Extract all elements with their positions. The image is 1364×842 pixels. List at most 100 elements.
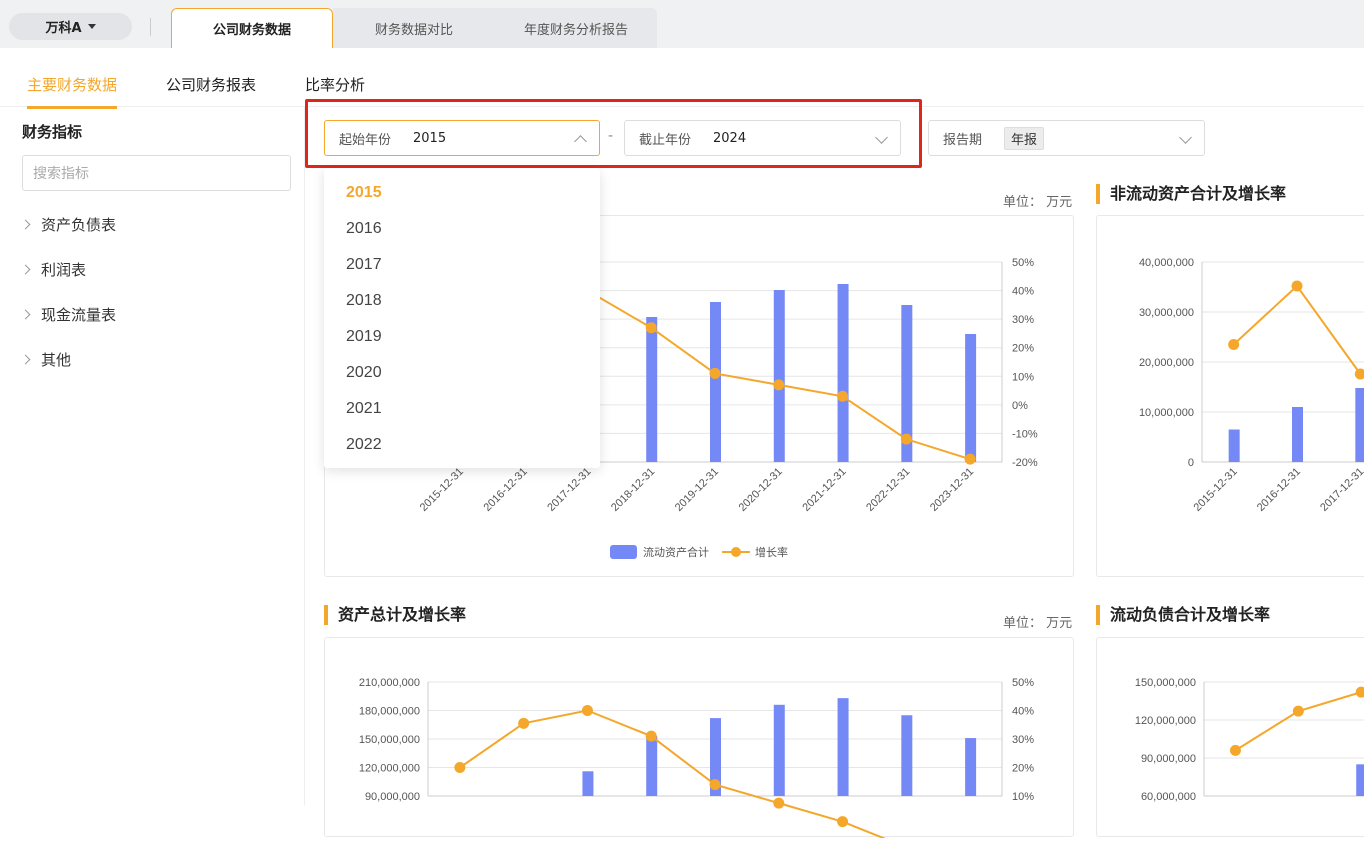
year-option-2019[interactable]: 2019 [346, 328, 382, 346]
growth-point [1355, 686, 1364, 698]
sidebar-item-cashflow[interactable]: 现金流量表 [20, 304, 117, 325]
x-tick-label: 2018-12-31 [609, 466, 657, 514]
y-tick-label: 90,000,000 [365, 791, 420, 803]
report-period-label: 报告期 [943, 132, 983, 148]
x-tick-label: 2019-12-31 [673, 466, 721, 514]
y2-tick-label: 30% [1012, 314, 1034, 326]
sidebar-item-label: 资产负债表 [41, 216, 117, 234]
growth-line [1234, 691, 1362, 752]
tab-company-financial-data[interactable]: 公司财务数据 [171, 8, 333, 48]
growth-point [645, 730, 657, 742]
y-tick-label: 30,000,000 [1139, 307, 1194, 319]
year-option-2022[interactable]: 2022 [346, 436, 382, 454]
x-tick-label: 2023-12-31 [928, 466, 976, 514]
x-tick-label: 2020-12-31 [737, 466, 785, 514]
divider [150, 18, 151, 36]
chevron-down-icon [1179, 131, 1192, 144]
report-period-tag: 年报 [1004, 126, 1045, 150]
legend-label: 增长率 [755, 545, 788, 559]
stock-selector[interactable]: 万科A [9, 13, 132, 40]
y2-tick-label: -10% [1012, 428, 1038, 440]
bar [1228, 429, 1240, 462]
y-tick-label: 120,000,000 [1135, 715, 1196, 727]
y2-tick-label: 10% [1012, 791, 1034, 803]
year-option-2018[interactable]: 2018 [346, 292, 382, 310]
y-tick-label: 20,000,000 [1139, 357, 1194, 369]
unit-label: 单位： 万元 [1003, 195, 1073, 210]
x-tick-label: 2015-12-31 [1192, 466, 1240, 514]
y-tick-label: 210,000,000 [359, 677, 420, 689]
chart-title-current-liabilities: 流动负债合计及增长率 [1096, 605, 1270, 625]
x-tick-label: 2016-12-31 [1255, 466, 1303, 514]
sidebar-item-income[interactable]: 利润表 [20, 259, 86, 280]
y-tick-label: 90,000,000 [1141, 753, 1196, 765]
growth-point [1292, 705, 1304, 717]
x-tick-label: 2017-12-31 [545, 466, 593, 514]
y-tick-label: 150,000,000 [359, 734, 420, 746]
top-bar: 万科A 公司财务数据 财务数据对比 年度财务分析报告 [0, 0, 1364, 48]
bar [965, 334, 977, 462]
bar [1356, 764, 1364, 796]
growth-point [709, 779, 721, 791]
tab-financial-comparison[interactable]: 财务数据对比 [333, 8, 495, 48]
y-tick-label: 120,000,000 [359, 763, 420, 775]
growth-point [709, 367, 721, 379]
tab-annual-report[interactable]: 年度财务分析报告 [495, 8, 657, 48]
bar [1355, 388, 1364, 462]
year-option-2016[interactable]: 2016 [346, 220, 382, 238]
sidebar-item-other[interactable]: 其他 [20, 349, 71, 370]
x-tick-label: 2016-12-31 [482, 466, 530, 514]
chart-card-current-liabilities: 150,000,000 120,000,000 90,000,000 60,000,0… [1096, 637, 1364, 837]
chart-title-noncurrent-assets: 非流动资产合计及增长率 [1096, 184, 1286, 204]
bar [837, 284, 849, 462]
tab-label: 财务数据对比 [374, 22, 453, 38]
y-tick-label: 60,000,000 [1141, 791, 1196, 803]
growth-point [518, 717, 530, 729]
caret-down-icon [87, 24, 96, 29]
y2-tick-label: 40% [1012, 286, 1034, 298]
subtab-statements[interactable]: 公司财务报表 [166, 74, 256, 95]
y2-tick-label: 10% [1012, 371, 1034, 383]
y-tick-label: 40,000,000 [1139, 257, 1194, 269]
chart-card-noncurrent-assets: 40,000,000 30,000,000 20,000,000 10,000,000… [1096, 215, 1364, 577]
y2-tick-label: 30% [1012, 734, 1034, 746]
growth-point [837, 816, 849, 828]
growth-point [900, 433, 912, 445]
noncurrent-assets-chart: 40,000,000 30,000,000 20,000,000 10,000,000… [1139, 257, 1364, 514]
current-liabilities-chart: 150,000,000 120,000,000 90,000,000 60,000,0… [1135, 677, 1364, 803]
sidebar-item-label: 现金流量表 [41, 306, 117, 324]
y2-tick-label: 40% [1012, 706, 1034, 718]
search-input[interactable] [22, 155, 291, 191]
y2-tick-label: 50% [1012, 677, 1034, 689]
y2-tick-label: 0% [1012, 400, 1028, 412]
year-dropdown: 2015 2016 2017 2018 2019 2020 2021 2022 [324, 168, 600, 468]
bar [710, 302, 721, 462]
subtab-main-data[interactable]: 主要财务数据 [27, 74, 118, 109]
subtab-ratio-analysis[interactable]: 比率分析 [305, 74, 365, 95]
y2-tick-label: 20% [1012, 343, 1034, 355]
growth-point [773, 797, 785, 809]
year-option-2020[interactable]: 2020 [346, 364, 382, 382]
bar [965, 738, 977, 796]
chevron-right-icon [20, 309, 31, 320]
sidebar-item-balance-sheet[interactable]: 资产负债表 [20, 214, 117, 235]
year-option-2021[interactable]: 2021 [346, 400, 382, 418]
growth-point [1228, 339, 1240, 350]
x-tick-label: 2021-12-31 [800, 466, 848, 514]
growth-point [1354, 368, 1364, 380]
tab-label: 年度财务分析报告 [523, 22, 628, 38]
sidebar-title: 财务指标 [22, 123, 83, 141]
report-period-select[interactable]: 报告期 年报 [928, 120, 1205, 156]
bar [646, 736, 658, 796]
y2-tick-label: -20% [1012, 457, 1038, 469]
total-assets-chart: 210,000,000 180,000,000 150,000,000 120,000… [359, 677, 1034, 842]
year-option-2017[interactable]: 2017 [346, 256, 382, 274]
unit-label: 单位： 万元 [1003, 616, 1073, 631]
chart-card-total-assets: 210,000,000 180,000,000 150,000,000 120,000… [324, 637, 1074, 842]
y2-tick-label: 50% [1012, 257, 1034, 269]
growth-point [773, 379, 785, 391]
growth-point [837, 390, 849, 402]
x-tick-label: 2017-12-31 [1318, 466, 1364, 514]
year-option-2015[interactable]: 2015 [346, 184, 382, 202]
legend-label: 流动资产合计 [643, 545, 709, 559]
